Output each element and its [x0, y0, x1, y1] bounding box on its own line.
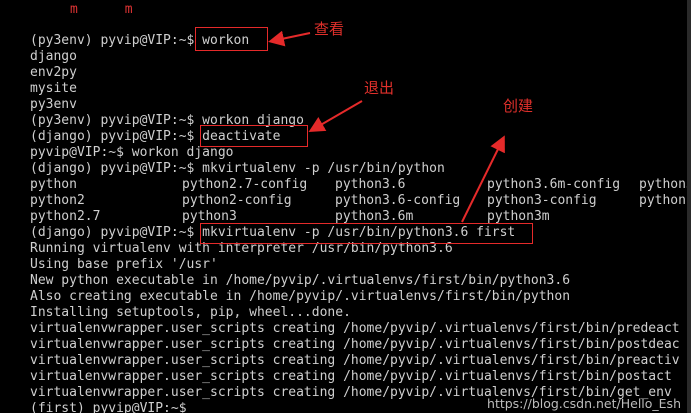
annotation-create: 创建 [503, 97, 534, 115]
annotation-exit: 退出 [364, 79, 395, 97]
screenshot: m m (py3env) pyvip@VIP:~$ workon django … [0, 0, 691, 413]
annotation-view: 查看 [314, 20, 345, 38]
arrow-exit [308, 100, 363, 133]
watermark: https://blog.csdn.net/Hello_Esh [487, 396, 681, 411]
arrow-create [461, 135, 505, 223]
annotation-arrows [268, 30, 505, 223]
arrow-view [268, 30, 311, 47]
